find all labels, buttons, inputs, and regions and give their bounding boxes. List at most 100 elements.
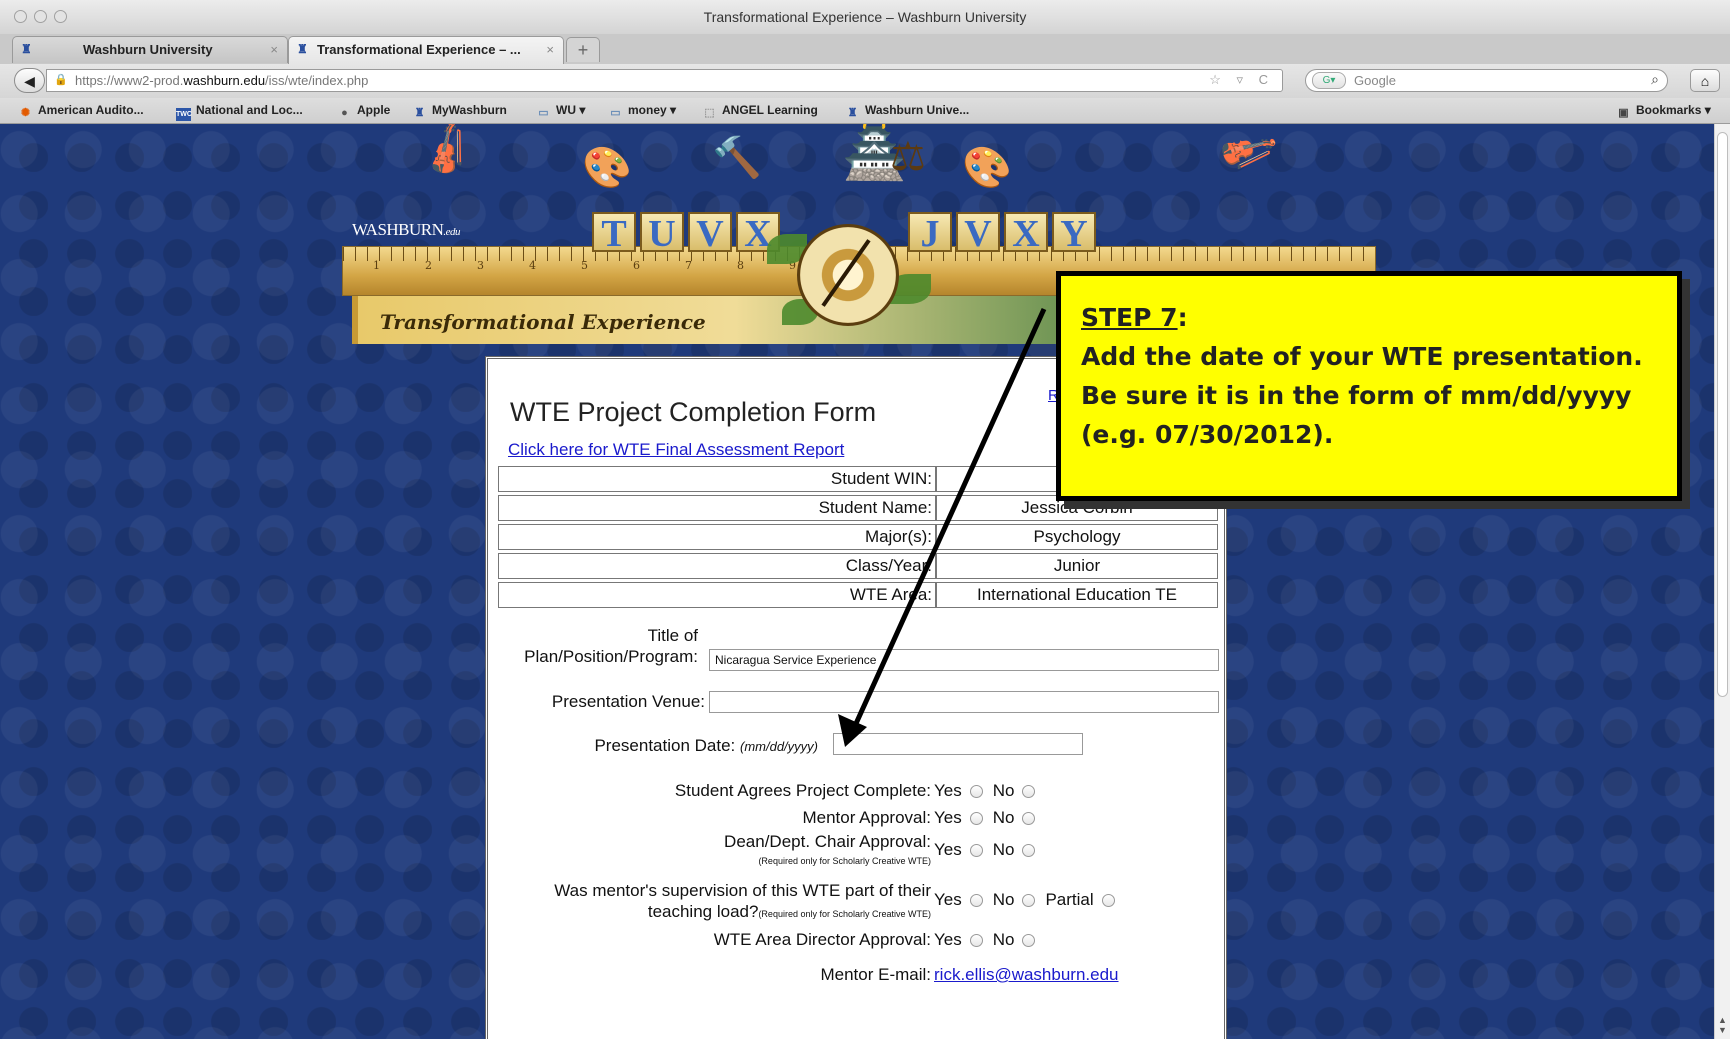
student-agrees-radios: Yes No	[934, 781, 1045, 801]
url-text: https://www2-prod.washburn.edu/iss/wte/i…	[75, 73, 369, 88]
final-assessment-link[interactable]: Click here for WTE Final Assessment Repo…	[508, 440, 844, 460]
window-title: Transformational Experience – Washburn U…	[703, 9, 1027, 25]
page-viewport: 🎻 🎻 🎨 🎨 🔨 🏯 ⚖ WASHBURN.edu 123456789 TUV…	[0, 124, 1714, 1039]
gear-icon: ✺	[20, 107, 31, 119]
form-action-links[interactable]: Report Save Cancel Exit	[1017, 1027, 1179, 1039]
new-tab-button[interactable]: +	[566, 37, 600, 62]
student-agrees-no-radio[interactable]	[1022, 785, 1036, 798]
washburn-favicon-icon: ♜	[21, 42, 32, 56]
letter-blocks-left: TUVX	[592, 212, 784, 256]
gavel-icon: ⚖	[890, 135, 926, 179]
dean-approval-yes-radio[interactable]	[969, 844, 983, 857]
washburn-icon: ♜	[414, 107, 425, 119]
student-agrees-label: Student Agrees Project Complete:	[674, 781, 931, 800]
mentor-email-link[interactable]: rick.ellis@washburn.edu	[934, 965, 1119, 984]
violin-icon: 🎻	[414, 124, 481, 183]
close-tab-icon[interactable]: ×	[270, 42, 278, 57]
back-arrow-icon: ◀	[24, 73, 35, 89]
violin-icon: 🎻	[1214, 124, 1280, 182]
presentation-date-input[interactable]	[833, 733, 1083, 755]
tab-washburn-university[interactable]: ♜ Washburn University ×	[12, 36, 288, 63]
step-7-callout: STEP 7: Add the date of your WTE present…	[1056, 271, 1682, 501]
supervision-yes-radio[interactable]	[969, 894, 983, 907]
director-approval-no-radio[interactable]	[1022, 934, 1036, 947]
mentor-email: rick.ellis@washburn.edu	[934, 965, 1119, 985]
scroll-arrows-icon[interactable]: ▲ ▼	[1718, 1015, 1727, 1035]
mentor-email-label: Mentor E-mail:	[820, 965, 931, 984]
tab-label: Transformational Experience – ...	[317, 42, 521, 57]
supervision-no-radio[interactable]	[1022, 894, 1036, 907]
table-row: WTE Area: International Education TE	[498, 582, 1218, 608]
bookmarks-bar: ✺ American Audito... TWC National and Loc.…	[0, 98, 1730, 124]
dean-approval-no-radio[interactable]	[1022, 844, 1036, 857]
bookmark-american-audito[interactable]: ✺ American Audito...	[18, 103, 144, 120]
scrollbar-thumb[interactable]	[1717, 132, 1728, 697]
callout-line-2: Be sure it is in the form of mm/dd/yyyy	[1081, 381, 1632, 410]
presentation-venue-input[interactable]	[709, 691, 1219, 713]
apple-icon: ●	[341, 107, 348, 119]
table-row: Major(s): Psychology	[498, 524, 1218, 550]
director-approval-radios: Yes No	[934, 930, 1045, 950]
mentor-approval-label: Mentor Approval:	[802, 808, 931, 827]
bookmark-angel-learning[interactable]: ⬚ ANGEL Learning	[702, 103, 818, 120]
hammer-icon: 🔨	[712, 136, 762, 180]
bookmark-mywashburn[interactable]: ♜ MyWashburn	[412, 103, 507, 120]
search-placeholder: Google	[1354, 73, 1396, 88]
star-reload-icons[interactable]: ☆ ▿ C	[1209, 72, 1274, 88]
palette-icon: 🎨	[582, 146, 632, 190]
bookmarks-menu[interactable]: ▣ Bookmarks ▾	[1616, 103, 1710, 120]
twc-icon: TWC	[176, 108, 192, 121]
dean-approval-radios: Yes No	[934, 840, 1045, 860]
director-approval-label: WTE Area Director Approval:	[713, 930, 931, 949]
bookmark-national-and-loc[interactable]: TWC National and Loc...	[176, 103, 303, 121]
compass-icon	[797, 224, 899, 326]
title-of-program-label: Title of Plan/Position/Program:	[524, 626, 698, 666]
tab-label: Washburn University	[83, 42, 213, 57]
student-agrees-yes-radio[interactable]	[969, 785, 983, 798]
callout-line-3: (e.g. 07/30/2012).	[1081, 420, 1334, 449]
close-tab-icon[interactable]: ×	[546, 42, 554, 57]
magnifier-icon[interactable]: ⌕	[1651, 71, 1659, 88]
folder-icon: ▭	[538, 107, 549, 119]
navigation-bar: ◀ 🔒 https://www2-prod.washburn.edu/iss/w…	[0, 64, 1730, 99]
washburn-logo[interactable]: WASHBURN.edu	[352, 220, 461, 240]
bookmark-folder-money[interactable]: ▭ money ▾	[608, 103, 676, 120]
bookmark-folder-wu[interactable]: ▭ WU ▾	[536, 103, 585, 120]
window-titlebar: Transformational Experience – Washburn U…	[0, 0, 1730, 35]
mentor-approval-no-radio[interactable]	[1022, 812, 1036, 825]
mentor-supervision-label: Was mentor's supervision of this WTE par…	[554, 881, 931, 921]
home-button[interactable]: ⌂	[1690, 69, 1720, 92]
presentation-venue-label: Presentation Venue:	[551, 692, 705, 711]
url-bar[interactable]: 🔒 https://www2-prod.washburn.edu/iss/wte…	[46, 69, 1283, 92]
title-of-program-input[interactable]: Nicaragua Service Experience	[709, 649, 1219, 671]
callout-line-1: Add the date of your WTE presentation.	[1081, 342, 1643, 371]
palette-icon: 🎨	[962, 146, 1012, 190]
washburn-icon: ♜	[847, 107, 858, 119]
tab-bar: ♜ Washburn University × ♜ Transformation…	[0, 34, 1730, 65]
vertical-scrollbar[interactable]: ▲ ▼	[1714, 124, 1730, 1039]
home-icon: ⌂	[1700, 73, 1710, 89]
folder-icon: ▭	[610, 107, 621, 119]
bookmark-apple[interactable]: ● Apple	[337, 103, 390, 120]
tab-transformational-experience[interactable]: ♜ Transformational Experience – ... ×	[288, 36, 564, 64]
search-box[interactable]: G▾ Google ⌕	[1305, 69, 1668, 92]
presentation-date-label: Presentation Date: (mm/dd/yyyy)	[594, 736, 818, 755]
back-button[interactable]: ◀	[14, 68, 45, 93]
bookmark-washburn-unive[interactable]: ♜ Washburn Unive...	[845, 103, 970, 120]
dean-approval-label: Dean/Dept. Chair Approval: (Required only…	[724, 832, 931, 866]
supervision-partial-radio[interactable]	[1101, 894, 1115, 907]
page-icon: ⬚	[704, 107, 715, 119]
director-approval-yes-radio[interactable]	[969, 934, 983, 947]
letter-blocks-right: JVXY	[908, 212, 1100, 256]
mentor-approval-yes-radio[interactable]	[969, 812, 983, 825]
mentor-approval-radios: Yes No	[934, 808, 1045, 828]
bookmarks-icon: ▣	[1618, 107, 1629, 119]
step-heading: STEP 7	[1081, 303, 1178, 332]
tagline: Transformational Experience	[380, 310, 706, 334]
google-search-engine-icon[interactable]: G▾	[1312, 72, 1346, 89]
washburn-favicon-icon: ♜	[297, 42, 308, 56]
table-row: Class/Year: Junior	[498, 553, 1218, 579]
mentor-supervision-radios: Yes No Partial	[934, 890, 1125, 910]
form-title: WTE Project Completion Form	[510, 397, 877, 427]
lock-icon: 🔒	[54, 74, 68, 86]
